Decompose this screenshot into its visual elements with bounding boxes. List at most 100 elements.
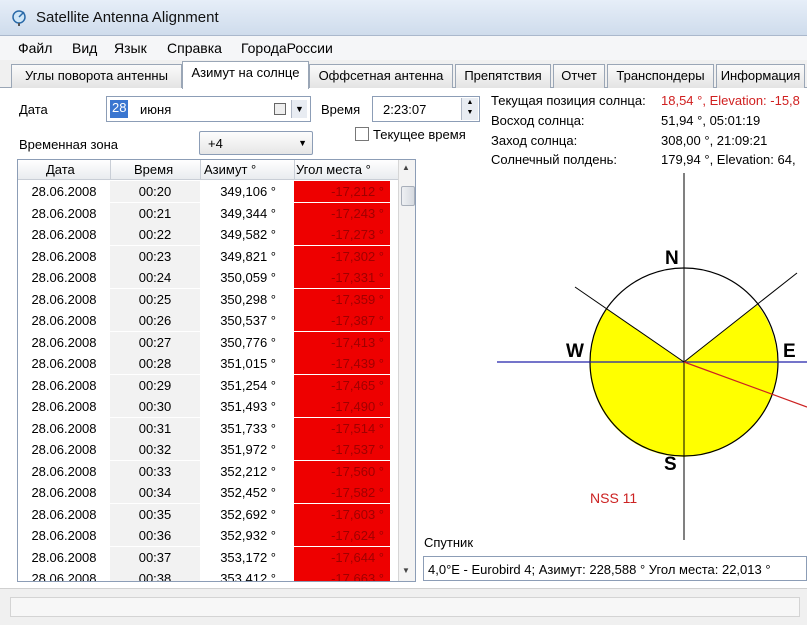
- cell-azimuth: 350,537 °: [220, 313, 276, 328]
- scroll-down-icon[interactable]: ▼: [402, 566, 410, 575]
- time-input[interactable]: 2:23:07 ▲ ▼: [372, 96, 480, 122]
- cell-elevation: -17,439 °: [294, 353, 390, 374]
- sun-position-table[interactable]: Дата Время Азимут ° Угол места ° 28.06.2…: [17, 159, 416, 582]
- cell-azimuth: 352,452 °: [220, 485, 276, 500]
- spin-down-icon[interactable]: ▼: [462, 108, 478, 118]
- spin-up-icon[interactable]: ▲: [462, 98, 478, 108]
- table-row[interactable]: 28.06.2008 00:20 349,106 ° -17,212 °: [18, 181, 398, 203]
- time-value[interactable]: 2:23:07: [383, 102, 426, 117]
- cell-time: 00:24: [110, 267, 200, 288]
- cell-time: 00:33: [110, 460, 200, 482]
- calendar-icon[interactable]: [274, 103, 286, 115]
- cell-azimuth: 349,344 °: [220, 205, 276, 221]
- current-time-label[interactable]: Текущее время: [373, 127, 466, 142]
- cell-date: 28.06.2008: [31, 356, 97, 371]
- table-row[interactable]: 28.06.2008 00:29 351,254 ° -17,465 °: [18, 374, 398, 397]
- compass-north-label: N: [665, 248, 679, 269]
- cell-azimuth: 349,582 °: [220, 227, 276, 242]
- menu-language[interactable]: Язык: [114, 40, 147, 56]
- tab-sun-azimuth[interactable]: Азимут на солнце: [182, 61, 309, 89]
- table-row[interactable]: 28.06.2008 00:23 349,821 ° -17,302 °: [18, 245, 398, 268]
- vertical-scrollbar[interactable]: ▲ ▼: [398, 160, 415, 581]
- timezone-select[interactable]: +4 ▼: [199, 131, 313, 155]
- cell-azimuth: 351,254 °: [220, 377, 276, 393]
- date-picker[interactable]: 28 июня ▼: [106, 96, 311, 122]
- column-header-date[interactable]: Дата: [46, 162, 75, 177]
- table-row[interactable]: 28.06.2008 00:30 351,493 ° -17,490 °: [18, 396, 398, 418]
- table-row[interactable]: 28.06.2008 00:26 350,537 ° -17,387 °: [18, 310, 398, 332]
- cell-azimuth: 350,298 °: [220, 291, 276, 307]
- sunset-label: Заход солнца:: [491, 133, 578, 148]
- table-row[interactable]: 28.06.2008 00:21 349,344 ° -17,243 °: [18, 202, 398, 225]
- table-row[interactable]: 28.06.2008 00:31 351,733 ° -17,514 °: [18, 417, 398, 440]
- cell-azimuth: 351,972 °: [220, 442, 276, 457]
- cell-elevation: -17,560 °: [294, 460, 390, 482]
- cell-time: 00:34: [110, 482, 200, 503]
- time-spinner[interactable]: ▲ ▼: [461, 98, 478, 120]
- table-row[interactable]: 28.06.2008 00:28 351,015 ° -17,439 °: [18, 353, 398, 375]
- table-row[interactable]: 28.06.2008 00:25 350,298 ° -17,359 °: [18, 288, 398, 311]
- chevron-down-icon[interactable]: ▼: [291, 100, 307, 118]
- cell-date: 28.06.2008: [31, 528, 97, 543]
- cell-date: 28.06.2008: [31, 227, 97, 242]
- window-title: Satellite Antenna Alignment: [36, 9, 219, 26]
- column-separator[interactable]: [110, 160, 111, 180]
- table-row[interactable]: 28.06.2008 00:27 350,776 ° -17,413 °: [18, 331, 398, 354]
- cell-azimuth: 353,412 °: [220, 571, 276, 582]
- cell-azimuth: 349,821 °: [220, 248, 276, 264]
- tab-report[interactable]: Отчет: [553, 64, 605, 88]
- cell-azimuth: 352,932 °: [220, 528, 276, 543]
- date-month[interactable]: июня: [140, 102, 171, 117]
- table-row[interactable]: 28.06.2008 00:34 352,452 ° -17,582 °: [18, 482, 398, 504]
- tab-offset-antenna[interactable]: Оффсетная антенна: [309, 64, 453, 88]
- cell-time: 00:30: [110, 396, 200, 417]
- column-header-azimuth[interactable]: Азимут °: [204, 162, 256, 177]
- table-row[interactable]: 28.06.2008 00:37 353,172 ° -17,644 °: [18, 546, 398, 569]
- table-row[interactable]: 28.06.2008 00:24 350,059 ° -17,331 °: [18, 267, 398, 289]
- cell-date: 28.06.2008: [31, 549, 97, 565]
- menu-russian-cities[interactable]: ГородаРоссии: [241, 40, 333, 56]
- satellite-dish-icon: [12, 10, 26, 26]
- cell-date: 28.06.2008: [31, 442, 97, 457]
- app-window: Satellite Antenna Alignment Файл Вид Язы…: [0, 0, 807, 625]
- cell-elevation: -17,603 °: [294, 503, 390, 525]
- menu-view[interactable]: Вид: [72, 40, 97, 56]
- scroll-thumb[interactable]: [401, 186, 415, 206]
- menu-help[interactable]: Справка: [167, 40, 222, 56]
- cell-time: 00:32: [110, 439, 200, 460]
- tab-obstacles[interactable]: Препятствия: [455, 64, 551, 88]
- table-row[interactable]: 28.06.2008 00:36 352,932 ° -17,624 °: [18, 525, 398, 547]
- tab-information[interactable]: Информация: [716, 64, 805, 88]
- column-header-elevation[interactable]: Угол места °: [296, 162, 371, 177]
- table-row[interactable]: 28.06.2008 00:35 352,692 ° -17,603 °: [18, 503, 398, 526]
- column-separator[interactable]: [200, 160, 201, 180]
- current-time-checkbox[interactable]: [355, 127, 369, 141]
- cell-date: 28.06.2008: [31, 270, 97, 285]
- cell-elevation: -17,243 °: [294, 202, 390, 224]
- table-row[interactable]: 28.06.2008 00:32 351,972 ° -17,537 °: [18, 439, 398, 461]
- cell-date: 28.06.2008: [31, 377, 97, 393]
- column-separator[interactable]: [294, 160, 295, 180]
- menu-bar: Файл Вид Язык Справка ГородаРоссии: [0, 36, 807, 60]
- satellite-name-label: NSS 11: [590, 490, 637, 506]
- cell-azimuth: 352,212 °: [220, 463, 276, 479]
- cell-time: 00:35: [110, 503, 200, 525]
- table-row[interactable]: 28.06.2008 00:38 353,412 ° -17,663 °: [18, 568, 398, 582]
- tab-antenna-angles[interactable]: Углы поворота антенны: [11, 64, 182, 88]
- table-header: Дата Время Азимут ° Угол места °: [18, 160, 398, 180]
- solar-noon-value: 179,94 °, Elevation: 64,: [661, 152, 796, 167]
- date-day[interactable]: 28: [110, 100, 128, 118]
- table-row[interactable]: 28.06.2008 00:33 352,212 ° -17,560 °: [18, 460, 398, 483]
- cell-date: 28.06.2008: [31, 485, 97, 500]
- timezone-label: Временная зона: [19, 137, 118, 152]
- title-bar: Satellite Antenna Alignment: [0, 0, 807, 36]
- menu-file[interactable]: Файл: [18, 40, 52, 56]
- current-sun-label: Текущая позиция солнца:: [491, 93, 646, 108]
- cell-time: 00:25: [110, 288, 200, 310]
- satellite-select[interactable]: 4,0°E - Eurobird 4; Азимут: 228,588 ° Уг…: [423, 556, 807, 581]
- tab-transponders[interactable]: Транспондеры: [607, 64, 714, 88]
- table-row[interactable]: 28.06.2008 00:22 349,582 ° -17,273 °: [18, 224, 398, 246]
- column-header-time[interactable]: Время: [134, 162, 173, 177]
- scroll-up-icon[interactable]: ▲: [402, 163, 410, 172]
- cell-time: 00:22: [110, 224, 200, 245]
